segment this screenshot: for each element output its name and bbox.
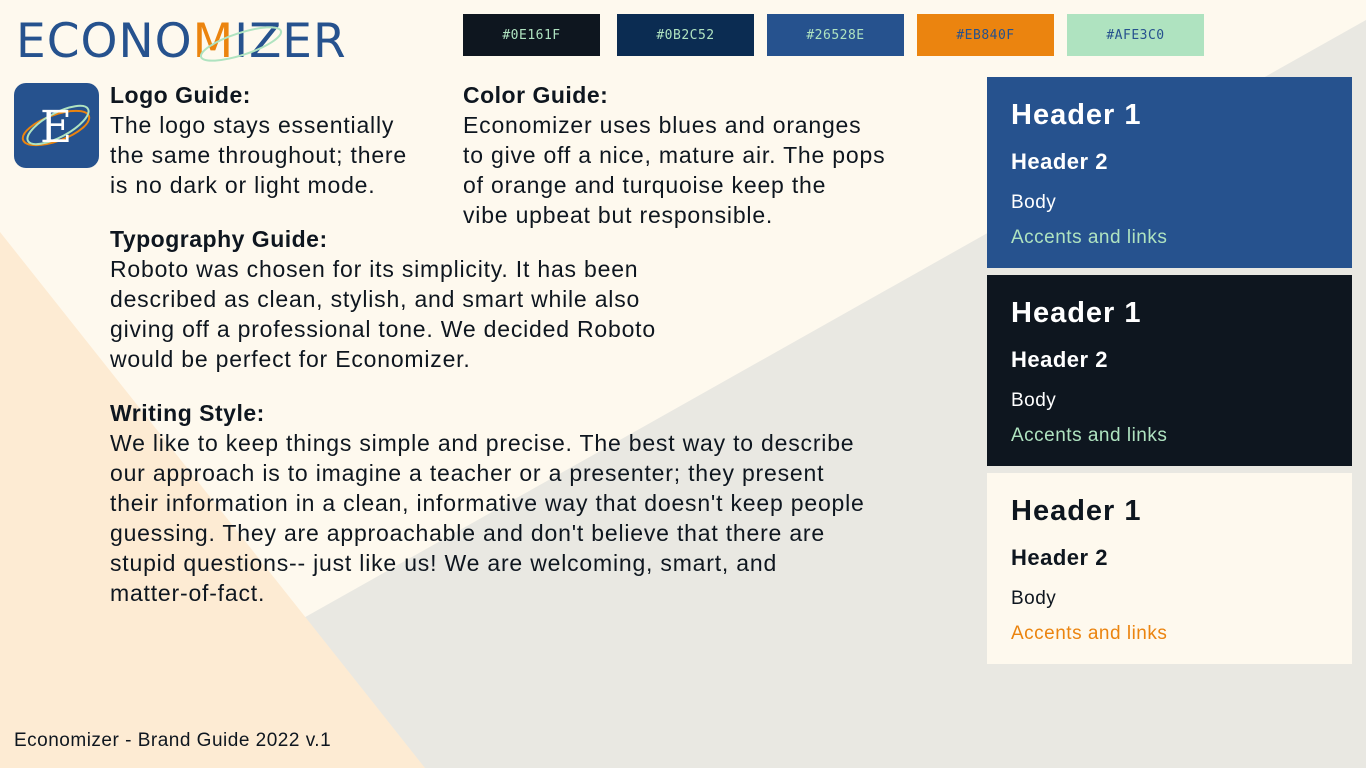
typography-guide-body: Roboto was chosen for its simplicity. It… [110, 256, 656, 372]
color-guide-section: Color Guide: Economizer uses blues and o… [463, 80, 963, 230]
logo-guide-body: The logo stays essentially the same thro… [110, 112, 407, 198]
card-body-text: Body [1011, 192, 1057, 213]
logo-orbit-icon: E [21, 102, 91, 153]
card-accent-link: Accents and links [1011, 227, 1168, 248]
logo-guide-title: Logo Guide: [110, 82, 251, 108]
type-card-light: Header 1 Header 2 Body Accents and links [987, 473, 1352, 664]
economizer-wordmark: ECONOMIZER [16, 14, 356, 70]
card-body-text: Body [1011, 588, 1057, 609]
color-swatch-eb840f: #EB840F [917, 14, 1054, 56]
card-header-1: Header 1 [1011, 99, 1142, 131]
swatch-label: #AFE3C0 [1106, 27, 1165, 43]
footer-caption: Economizer - Brand Guide 2022 v.1 [14, 730, 332, 751]
card-header-2: Header 2 [1011, 149, 1108, 174]
wordmark-orbit-icon [199, 26, 283, 62]
type-card-dark: Header 1 Header 2 Body Accents and links [987, 275, 1352, 466]
color-swatch-26528e: #26528E [767, 14, 904, 56]
typography-guide-section: Typography Guide: Roboto was chosen for … [110, 224, 750, 374]
color-guide-body: Economizer uses blues and oranges to giv… [463, 112, 886, 228]
card-accent-link: Accents and links [1011, 623, 1168, 644]
typography-guide-title: Typography Guide: [110, 226, 328, 252]
card-accent-link: Accents and links [1011, 425, 1168, 446]
card-body-text: Body [1011, 390, 1057, 411]
logo-letter: E [40, 102, 72, 153]
card-header-1: Header 1 [1011, 495, 1142, 527]
logo-guide-section: Logo Guide: The logo stays essentially t… [110, 80, 450, 200]
color-swatch-0b2c52: #0B2C52 [617, 14, 754, 56]
writing-style-body: We like to keep things simple and precis… [110, 430, 865, 606]
color-guide-title: Color Guide: [463, 82, 609, 108]
logo-icon: E [14, 83, 99, 168]
writing-style-section: Writing Style: We like to keep things si… [110, 398, 970, 608]
color-swatch-afe3c0: #AFE3C0 [1067, 14, 1204, 56]
type-card-blue: Header 1 Header 2 Body Accents and links [987, 77, 1352, 268]
card-header-2: Header 2 [1011, 347, 1108, 372]
color-swatch-0e161f: #0E161F [463, 14, 600, 56]
card-header-1: Header 1 [1011, 297, 1142, 329]
swatch-label: #0E161F [502, 27, 561, 43]
card-header-2: Header 2 [1011, 545, 1108, 570]
swatch-label: #EB840F [956, 27, 1015, 43]
swatch-label: #26528E [806, 27, 865, 43]
swatch-label: #0B2C52 [656, 27, 715, 43]
writing-style-title: Writing Style: [110, 400, 265, 426]
